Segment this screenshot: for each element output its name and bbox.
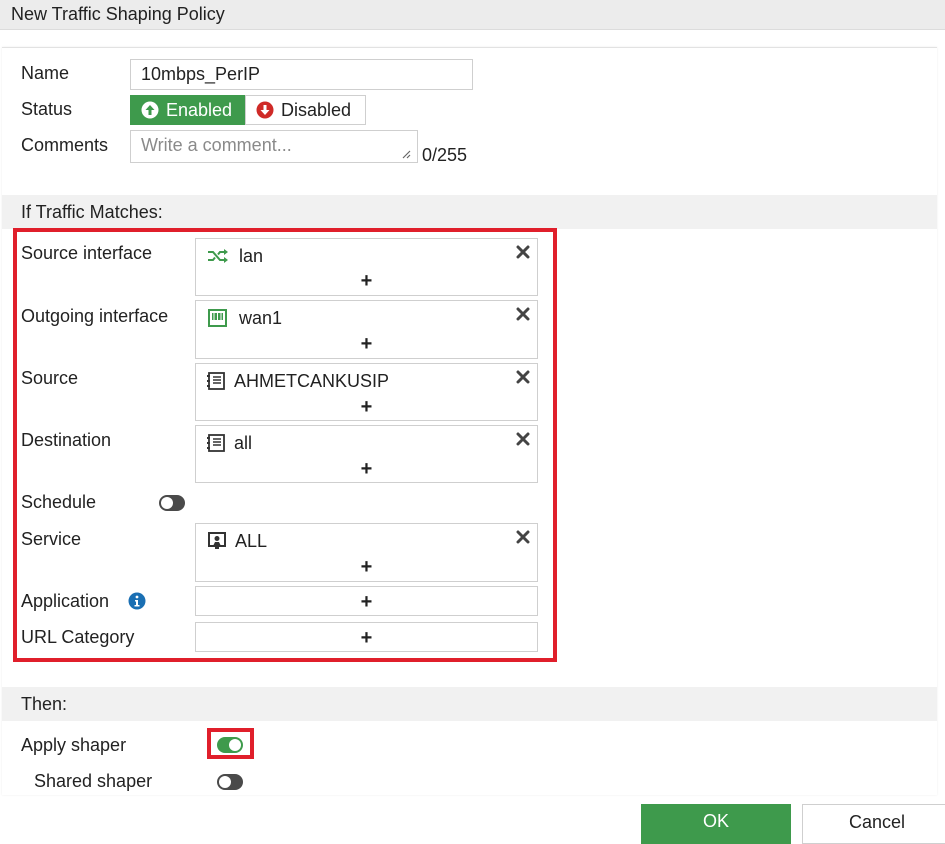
status-disabled-button[interactable]: Disabled [245,95,366,125]
add-service-button[interactable]: + [196,557,537,577]
outgoing-interface-label: Outgoing interface [21,306,169,326]
add-source-button[interactable]: + [196,397,537,417]
destination-label: Destination [21,430,112,450]
address-icon [207,434,225,452]
source-value: AHMETCANKUSIP [234,370,390,391]
add-application-button[interactable]: + [196,592,537,612]
outgoing-interface-field[interactable]: wan1 + [195,300,538,359]
service-value: ALL [235,530,268,551]
status-enabled-button[interactable]: Enabled [130,95,246,125]
application-label: Application [21,591,110,611]
wan-port-icon [208,309,227,327]
comments-textarea[interactable] [130,130,418,163]
ok-button[interactable]: OK [641,804,791,844]
arrow-up-circle-icon [141,101,159,119]
source-interface-chip[interactable]: lan [207,245,263,267]
match-section-header: If Traffic Matches: [2,195,937,229]
comments-label: Comments [21,135,109,155]
window-title: New Traffic Shaping Policy [0,0,945,30]
remove-close-icon[interactable] [516,307,530,321]
outgoing-interface-chip[interactable]: wan1 [207,307,282,329]
add-outgoing-interface-button[interactable]: + [196,334,537,354]
status-label: Status [21,99,73,119]
address-icon [207,372,225,390]
comments-char-counter: 0/255 [422,145,468,165]
status-enabled-label: Enabled [166,100,233,120]
source-interface-label: Source interface [21,243,153,263]
destination-value: all [234,432,253,453]
application-field[interactable]: + [195,586,538,616]
shared-shaper-label: Shared shaper [34,771,153,791]
remove-close-icon[interactable] [516,530,530,544]
source-chip[interactable]: AHMETCANKUSIP [206,370,389,392]
outgoing-interface-value: wan1 [239,307,283,328]
destination-chip[interactable]: all [206,432,252,454]
service-label: Service [21,529,82,549]
add-destination-button[interactable]: + [196,459,537,479]
url-category-label: URL Category [21,627,135,647]
source-interface-value: lan [239,245,264,266]
toggle-knob [161,497,173,509]
interface-shuffle-icon [208,249,228,263]
service-chip[interactable]: ALL [207,530,267,552]
schedule-toggle[interactable] [159,495,185,511]
shared-shaper-toggle[interactable] [217,774,243,790]
name-input[interactable] [130,59,473,90]
service-icon [208,532,226,549]
service-field[interactable]: ALL + [195,523,538,582]
cancel-button[interactable]: Cancel [802,804,945,844]
name-label: Name [21,63,70,83]
destination-field[interactable]: all + [195,425,538,483]
url-category-field[interactable]: + [195,622,538,652]
remove-close-icon[interactable] [516,432,530,446]
source-field[interactable]: AHMETCANKUSIP + [195,363,538,421]
apply-shaper-label: Apply shaper [21,735,127,755]
schedule-label: Schedule [21,492,97,512]
toggle-knob [219,776,231,788]
remove-close-icon[interactable] [516,245,530,259]
info-icon[interactable] [128,592,146,610]
toggle-knob [229,739,241,751]
status-disabled-label: Disabled [281,100,352,120]
add-source-interface-button[interactable]: + [196,271,537,291]
source-interface-field[interactable]: lan + [195,238,538,296]
then-section-header: Then: [2,687,937,721]
remove-close-icon[interactable] [516,370,530,384]
add-url-category-button[interactable]: + [196,628,537,648]
arrow-down-circle-icon [256,101,274,119]
apply-shaper-toggle[interactable] [217,737,243,753]
source-label: Source [21,368,79,388]
